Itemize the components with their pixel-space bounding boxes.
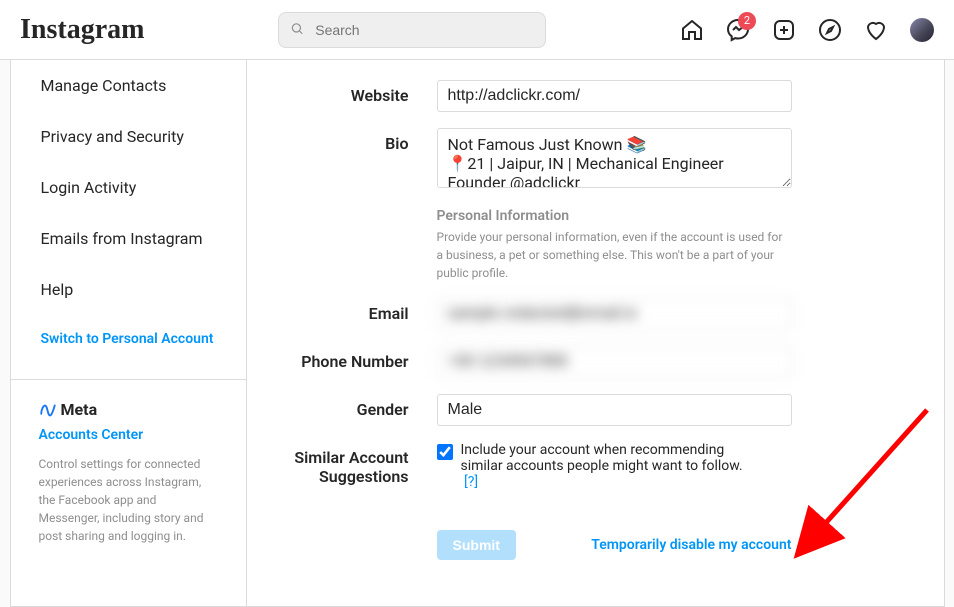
gender-label: Gender bbox=[287, 394, 437, 426]
sidebar-item-login-activity[interactable]: Login Activity bbox=[11, 162, 246, 213]
meta-logo: Meta bbox=[39, 400, 218, 419]
nav-icons: 2 bbox=[680, 18, 934, 42]
sidebar-item-manage-contacts[interactable]: Manage Contacts bbox=[11, 60, 246, 111]
suggestions-help-link[interactable]: [?] bbox=[464, 474, 478, 490]
accounts-center-link[interactable]: Accounts Center bbox=[39, 427, 218, 443]
phone-label: Phone Number bbox=[287, 346, 437, 378]
email-label: Email bbox=[287, 298, 437, 330]
sidebar-item-privacy-security[interactable]: Privacy and Security bbox=[11, 111, 246, 162]
meta-description: Control settings for connected experienc… bbox=[39, 455, 218, 545]
new-post-icon[interactable] bbox=[772, 18, 796, 42]
personal-info-heading: Personal Information bbox=[437, 208, 792, 224]
website-input[interactable] bbox=[437, 80, 792, 112]
search-wrapper bbox=[278, 12, 546, 48]
settings-container: Manage Contacts Privacy and Security Log… bbox=[10, 60, 945, 607]
suggestions-checkbox-label: Include your account when recommending s… bbox=[461, 442, 751, 490]
search-icon bbox=[290, 20, 304, 39]
suggestions-text: Include your account when recommending s… bbox=[461, 442, 743, 474]
sidebar-item-emails[interactable]: Emails from Instagram bbox=[11, 213, 246, 264]
activity-icon[interactable] bbox=[864, 18, 888, 42]
suggestions-label: Similar Account Suggestions bbox=[287, 442, 437, 490]
suggestions-checkbox[interactable] bbox=[437, 444, 453, 460]
submit-button[interactable]: Submit bbox=[437, 530, 516, 560]
messenger-badge: 2 bbox=[738, 12, 756, 30]
meta-accounts-box: Meta Accounts Center Control settings fo… bbox=[11, 379, 246, 565]
edit-profile-form: Website Bio Personal Information Provide… bbox=[247, 60, 852, 606]
bio-textarea[interactable] bbox=[437, 128, 792, 188]
meta-brand-text: Meta bbox=[61, 400, 98, 419]
search-input[interactable] bbox=[278, 12, 546, 48]
email-input[interactable] bbox=[437, 298, 792, 330]
settings-sidebar: Manage Contacts Privacy and Security Log… bbox=[11, 60, 247, 606]
website-label: Website bbox=[287, 80, 437, 112]
home-icon[interactable] bbox=[680, 18, 704, 42]
temporarily-disable-link[interactable]: Temporarily disable my account bbox=[591, 537, 791, 553]
personal-info-desc: Provide your personal information, even … bbox=[437, 228, 792, 282]
profile-avatar[interactable] bbox=[910, 18, 934, 42]
top-navbar: Instagram 2 bbox=[0, 0, 954, 60]
bio-label: Bio bbox=[287, 128, 437, 192]
messenger-icon[interactable]: 2 bbox=[726, 18, 750, 42]
sidebar-item-help[interactable]: Help bbox=[11, 264, 246, 315]
phone-input[interactable] bbox=[437, 346, 792, 378]
switch-account-link[interactable]: Switch to Personal Account bbox=[11, 315, 246, 363]
instagram-logo[interactable]: Instagram bbox=[20, 14, 144, 46]
gender-input[interactable] bbox=[437, 394, 792, 426]
explore-icon[interactable] bbox=[818, 18, 842, 42]
